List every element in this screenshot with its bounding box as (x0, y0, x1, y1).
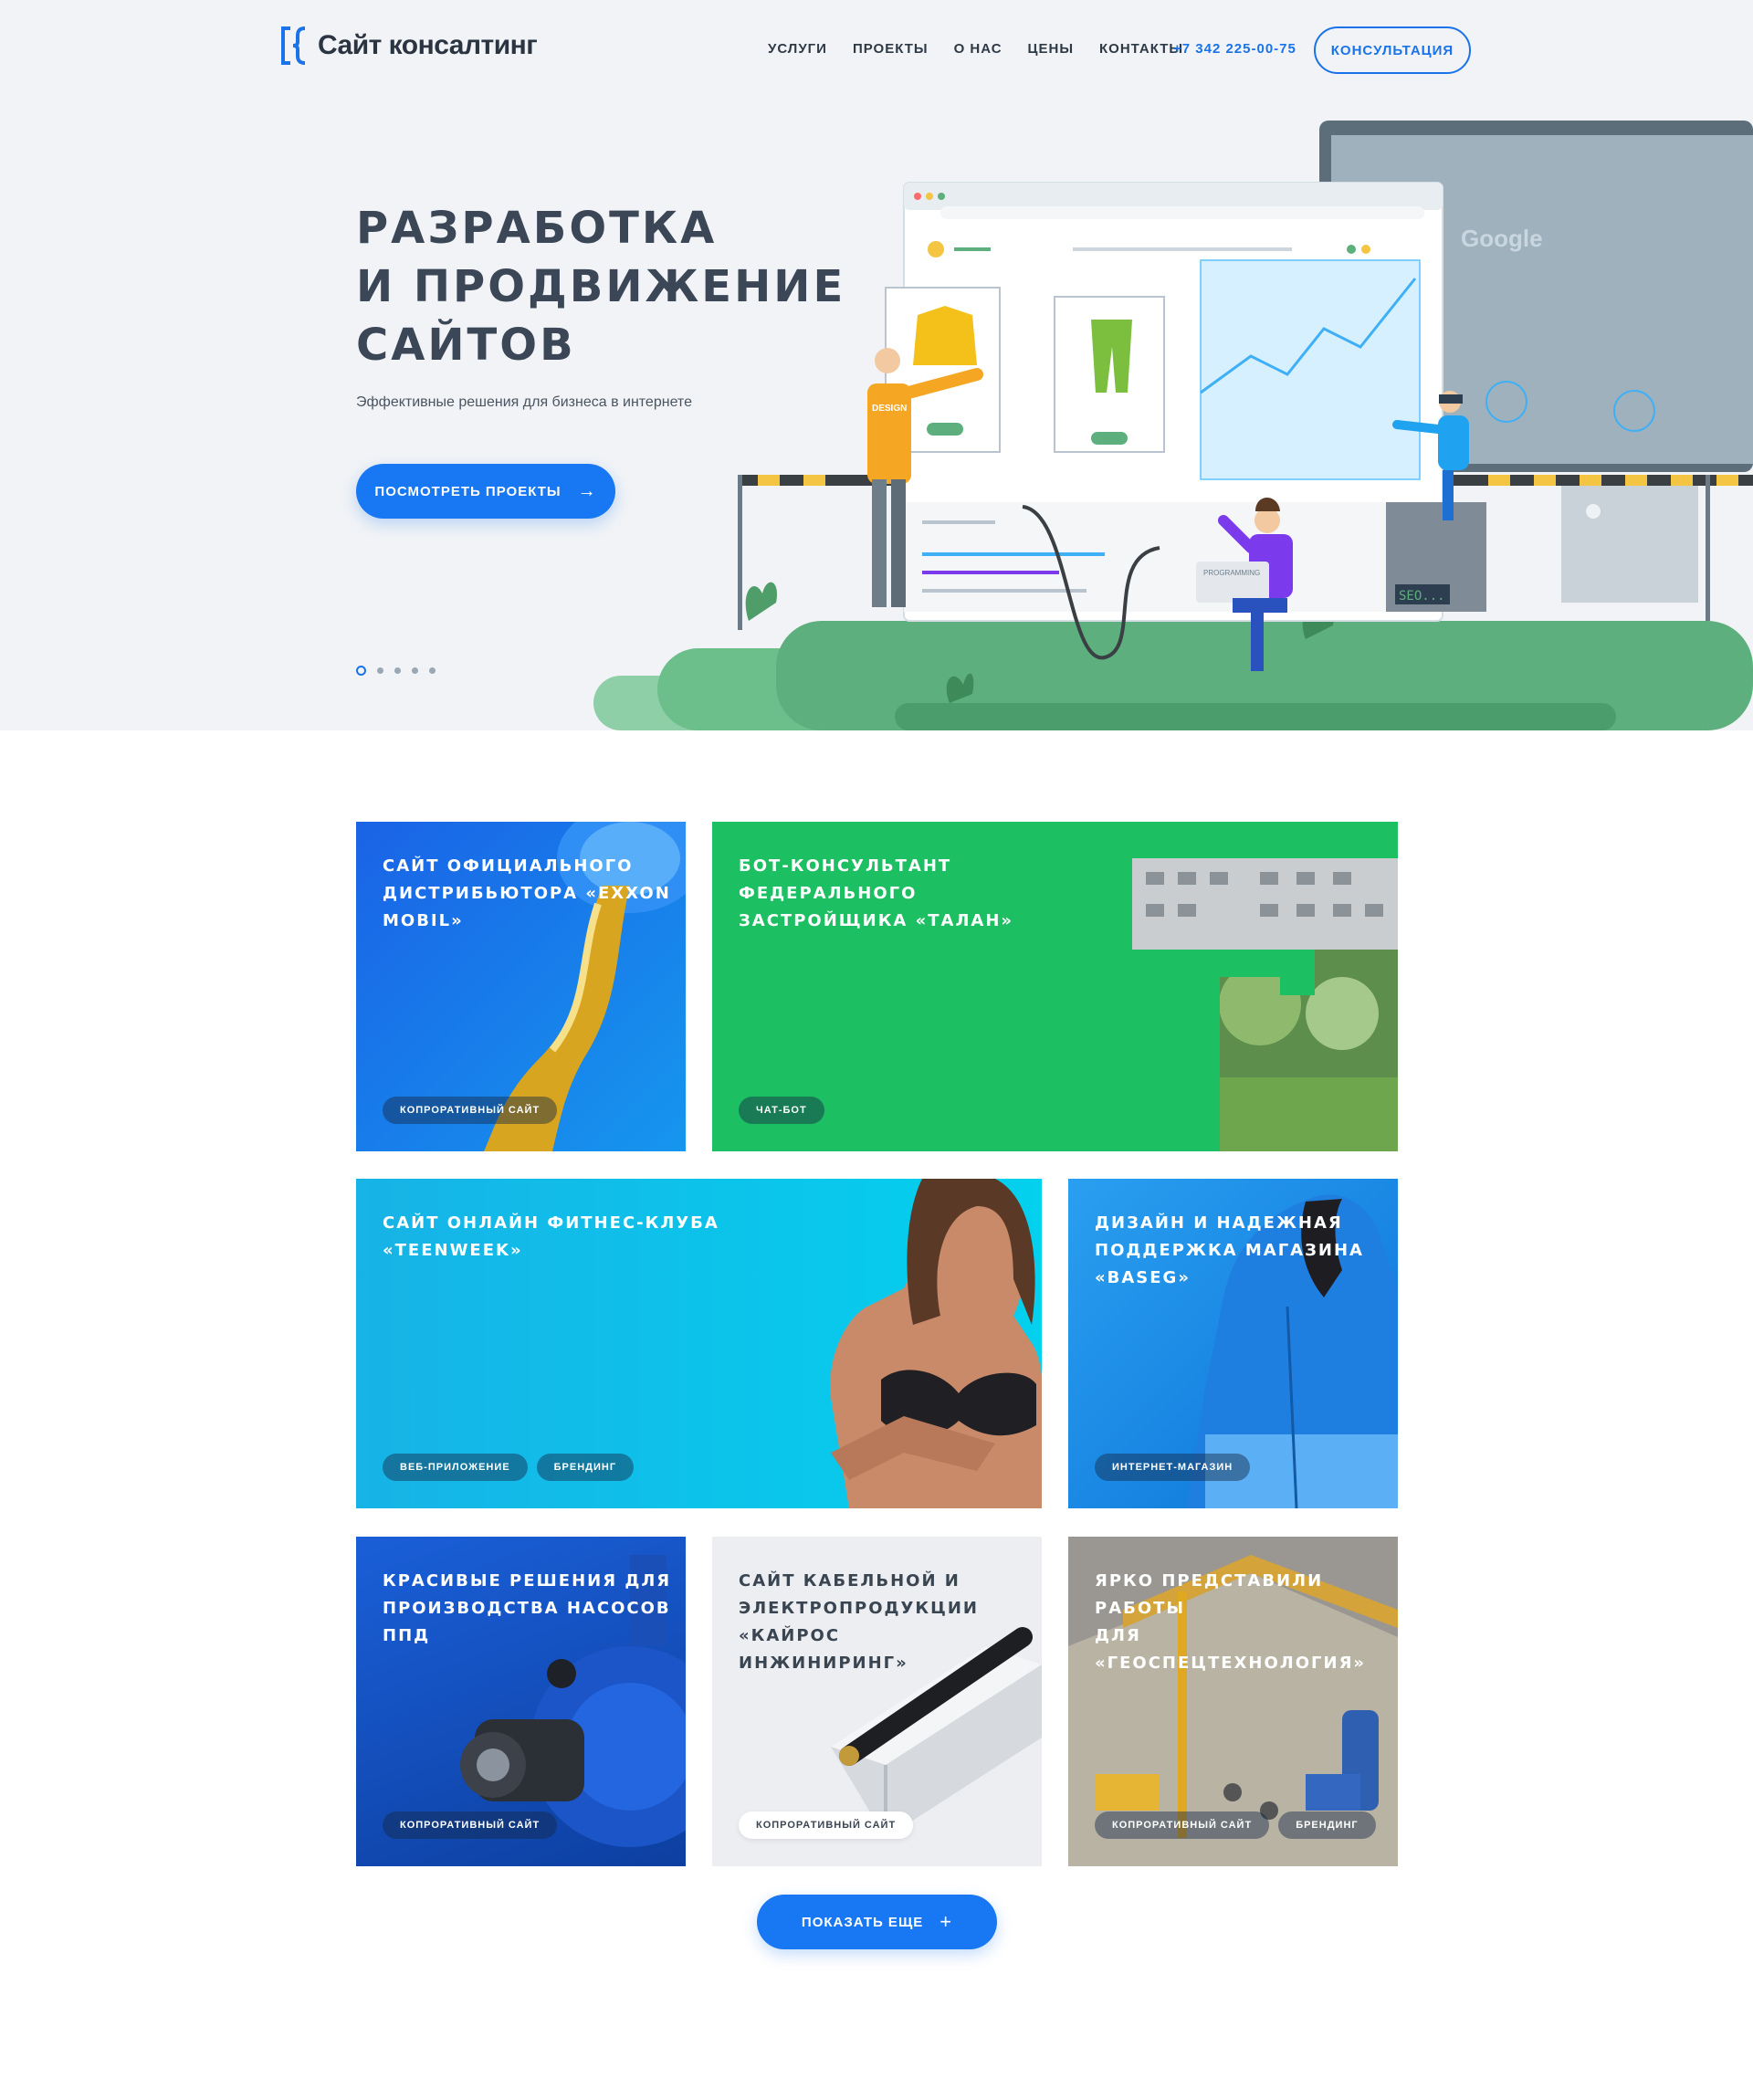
project-title: БОТ-КОНСУЛЬТАНТ ФЕДЕРАЛЬНОГО ЗАСТРОЙЩИКА… (739, 856, 1014, 930)
project-title: САЙТ КАБЕЛЬНОЙ И ЭЛЕКТРОПРОДУКЦИИ «КАЙРО… (739, 1571, 979, 1673)
show-more-button[interactable]: ПОКАЗАТЬ ЕЩЕ + (757, 1895, 997, 1949)
project-card-kairos[interactable]: САЙТ КАБЕЛЬНОЙ И ЭЛЕКТРОПРОДУКЦИИ «КАЙРО… (712, 1537, 1042, 1866)
phone-link[interactable]: +7 342 225-00-75 (1173, 41, 1296, 57)
project-tag[interactable]: КОПРОРАТИВНЫЙ САЙТ (1095, 1811, 1270, 1839)
project-card-pumps[interactable]: КРАСИВЫЕ РЕШЕНИЯ ДЛЯ ПРОИЗВОДСТВА НАСОСО… (356, 1537, 686, 1866)
logo-text: Сайт консалтинг (318, 30, 538, 60)
nav-link-about[interactable]: О НАС (954, 41, 1002, 57)
consultation-button[interactable]: КОНСУЛЬТАЦИЯ (1314, 26, 1471, 74)
site-header: Сайт консалтинг УСЛУГИ ПРОЕКТЫ О НАС ЦЕН… (0, 0, 1753, 100)
project-tag[interactable]: ВЕБ-ПРИЛОЖЕНИЕ (383, 1454, 528, 1481)
search-brand-text: Google (1461, 225, 1543, 252)
project-card-talan[interactable]: БОТ-КОНСУЛЬТАНТ ФЕДЕРАЛЬНОГО ЗАСТРОЙЩИКА… (712, 822, 1398, 1151)
project-tag[interactable]: КОПРОРАТИВНЫЙ САЙТ (739, 1811, 914, 1839)
seo-label-text: SEO... (1399, 589, 1445, 604)
view-projects-button[interactable]: ПОСМОТРЕТЬ ПРОЕКТЫ → (356, 464, 615, 519)
logo[interactable]: Сайт консалтинг (279, 26, 538, 66)
project-tags: КОПРОРАТИВНЫЙ САЙТ (739, 1811, 914, 1839)
hero-section: Сайт консалтинг УСЛУГИ ПРОЕКТЫ О НАС ЦЕН… (0, 0, 1753, 730)
slider-dot[interactable] (394, 667, 401, 674)
project-tag[interactable]: ИНТЕРНЕТ-МАГАЗИН (1095, 1454, 1251, 1481)
project-tag[interactable]: КОПРОРАТИВНЫЙ САЙТ (383, 1097, 558, 1124)
plus-icon: + (939, 1910, 953, 1933)
project-title: КРАСИВЫЕ РЕШЕНИЯ ДЛЯ ПРОИЗВОДСТВА НАСОСО… (383, 1571, 672, 1645)
shirt-label-text: DESIGN (872, 404, 907, 414)
project-tag[interactable]: БРЕНДИНГ (1278, 1811, 1376, 1839)
slider-dot[interactable] (377, 667, 383, 674)
slider-dot[interactable] (412, 667, 418, 674)
logo-bracket-icon (281, 26, 306, 65)
project-card-teenweek[interactable]: САЙТ ОНЛАЙН ФИТНЕС-КЛУБА «TEENWEEK» ВЕБ-… (356, 1179, 1042, 1508)
project-tags: КОПРОРАТИВНЫЙ САЙТ БРЕНДИНГ (1095, 1811, 1376, 1839)
slider-dot-active[interactable] (356, 666, 366, 676)
main-nav: УСЛУГИ ПРОЕКТЫ О НАС ЦЕНЫ КОНТАКТЫ (768, 41, 1183, 57)
project-tags: ЧАТ-БОТ (739, 1097, 824, 1124)
view-projects-label: ПОСМОТРЕТЬ ПРОЕКТЫ (374, 483, 562, 499)
project-tag[interactable]: БРЕНДИНГ (536, 1454, 635, 1481)
project-card-geospec[interactable]: ЯРКО ПРЕДСТАВИЛИ РАБОТЫ ДЛЯ «ГЕОСПЕЦТЕХН… (1068, 1537, 1398, 1866)
project-title: САЙТ ОФИЦИАЛЬНОГО ДИСТРИБЬЮТОРА «EXXON M… (383, 856, 671, 930)
show-more-label: ПОКАЗАТЬ ЕЩЕ (801, 1914, 924, 1930)
project-tag[interactable]: ЧАТ-БОТ (739, 1097, 824, 1124)
project-tags: КОПРОРАТИВНЫЙ САЙТ (383, 1097, 558, 1124)
project-tags: КОПРОРАТИВНЫЙ САЙТ (383, 1811, 558, 1839)
slider-dot[interactable] (429, 667, 436, 674)
laptop-label-text: PROGRAMMING (1203, 569, 1260, 577)
slider-dots (356, 666, 436, 676)
project-title: ЯРКО ПРЕДСТАВИЛИ РАБОТЫ ДЛЯ «ГЕОСПЕЦТЕХН… (1095, 1571, 1367, 1673)
nav-link-projects[interactable]: ПРОЕКТЫ (853, 41, 929, 57)
project-tags: ВЕБ-ПРИЛОЖЕНИЕ БРЕНДИНГ (383, 1454, 635, 1481)
nav-link-services[interactable]: УСЛУГИ (768, 41, 827, 57)
project-tags: ИНТЕРНЕТ-МАГАЗИН (1095, 1454, 1251, 1481)
project-title: ДИЗАЙН И НАДЕЖНАЯ ПОДДЕРЖКА МАГАЗИНА «BA… (1095, 1213, 1364, 1287)
project-card-exxon[interactable]: САЙТ ОФИЦИАЛЬНОГО ДИСТРИБЬЮТОРА «EXXON M… (356, 822, 686, 1151)
project-tag[interactable]: КОПРОРАТИВНЫЙ САЙТ (383, 1811, 558, 1839)
project-card-baseg[interactable]: ДИЗАЙН И НАДЕЖНАЯ ПОДДЕРЖКА МАГАЗИНА «BA… (1068, 1179, 1398, 1508)
nav-link-contacts[interactable]: КОНТАКТЫ (1099, 41, 1183, 57)
project-title: САЙТ ОНЛАЙН ФИТНЕС-КЛУБА «TEENWEEK» (383, 1213, 719, 1260)
hero-illustration: Google SEO... DESIGN PROGRAMMING (593, 121, 1753, 730)
nav-link-prices[interactable]: ЦЕНЫ (1028, 41, 1074, 57)
